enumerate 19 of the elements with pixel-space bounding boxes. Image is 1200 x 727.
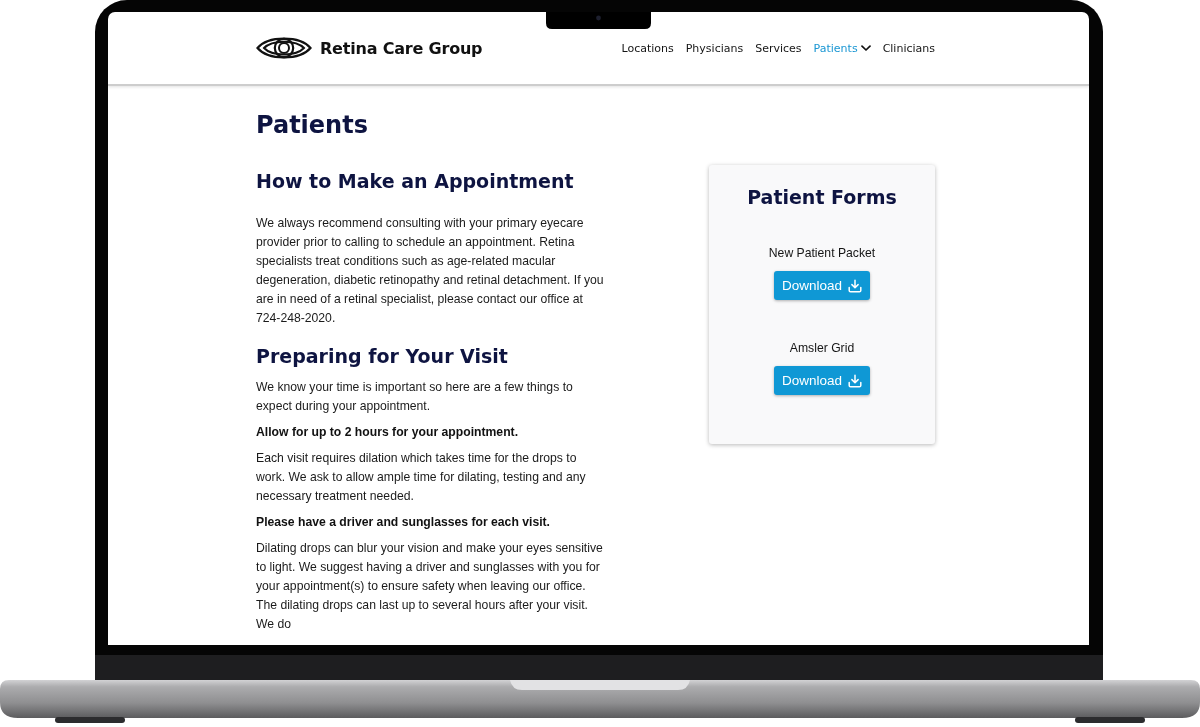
- download-icon: [848, 278, 862, 293]
- section-heading: Preparing for Your Visit: [256, 344, 509, 368]
- form-name: New Patient Packet: [768, 245, 876, 262]
- section-heading: How to Make an Appointment: [256, 169, 575, 193]
- paragraph: Dilating drops can blur your vision and make your eyes sensitive to light. We suggest having a driver and sunglasses with you for your appointment(s) to ensure safety when leaving our office. The dilating drops can last up to several hours after your visit. We do: [256, 540, 604, 633]
- bold-note: Please have a driver and sunglasses for each visit.: [256, 514, 551, 531]
- page-title: Patients: [256, 110, 369, 141]
- logo-link[interactable]: Retina Care Group: [256, 34, 483, 62]
- bold-note: Allow for up to 2 hours for your appointment.: [256, 424, 520, 441]
- nav-link[interactable]: Clinicians: [882, 41, 935, 55]
- paragraph: We know your time is important so here are a few things to expect during your appointment.: [256, 379, 574, 415]
- nav-link[interactable]: Services: [755, 41, 802, 55]
- paragraph: Each visit requires dilation which takes time for the drops to work. We ask to allow ample time for dilating, testing and any necessary treatment needed.: [256, 450, 587, 505]
- download-icon: [848, 373, 862, 388]
- nav-link[interactable]: Physicians: [685, 41, 744, 55]
- card-title: Patient Forms: [747, 185, 897, 209]
- form-name: Amsler Grid: [789, 340, 855, 357]
- paragraph: We always recommend consulting with your primary eyecare provider prior to calling to schedule an appointment. Retina specialists treat conditions such as age-related macular degeneration, diabetic retinopathy and retinal detachment. If you are in need of a retinal specialist, please contact our office at 724-248-2020.: [256, 215, 605, 327]
- nav-link[interactable]: Locations: [621, 41, 674, 55]
